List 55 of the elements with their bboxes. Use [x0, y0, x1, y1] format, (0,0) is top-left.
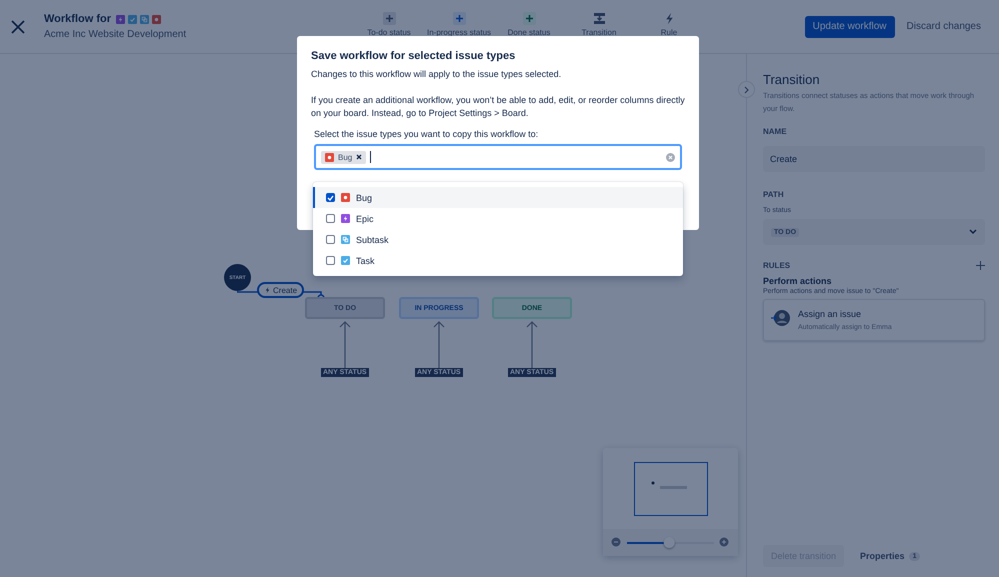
rules-label: RULES — [763, 261, 790, 270]
name-field[interactable]: Create — [763, 146, 985, 172]
issue-type-option[interactable]: Task — [313, 250, 683, 271]
plus-icon — [382, 12, 396, 25]
issue-type-option[interactable]: Subtask — [313, 229, 683, 250]
task-type-icon — [341, 256, 350, 265]
lightning-icon — [264, 286, 271, 294]
checkbox[interactable] — [326, 214, 335, 223]
discard-changes-button[interactable]: Discard changes — [898, 16, 989, 38]
issue-type-select[interactable]: Bug — [314, 144, 682, 170]
toolbar-button[interactable]: Rule — [639, 12, 699, 37]
bug-type-icon — [152, 14, 162, 24]
workflow-title: Workflow for — [44, 13, 112, 25]
subtask-type-icon — [140, 14, 150, 24]
select-label: Select the issue types you want to copy this workflow to: — [314, 129, 540, 139]
transition-icon — [592, 12, 606, 25]
zoom-out-icon[interactable] — [611, 537, 622, 548]
update-workflow-button[interactable]: Update workflow — [804, 16, 895, 38]
project-name: Acme Inc Website Development — [44, 29, 188, 40]
checkbox[interactable] — [326, 235, 335, 244]
rule-title: Assign an issue — [798, 309, 862, 319]
slider-thumb[interactable] — [663, 537, 674, 548]
collapse-button[interactable] — [738, 81, 755, 98]
panel-title: Transition — [763, 72, 821, 87]
toolbar-button[interactable]: Transition — [569, 12, 629, 37]
checkbox[interactable] — [326, 256, 335, 265]
add-icon[interactable] — [976, 261, 985, 270]
chevron-down-icon — [969, 229, 977, 235]
arrow-line — [526, 321, 538, 368]
selected-tag[interactable]: Bug — [321, 150, 366, 164]
bug-type-icon — [325, 152, 334, 162]
arrow-line — [339, 321, 351, 368]
task-type-icon — [128, 14, 138, 24]
dialog-title: Save workflow for selected issue types — [311, 50, 516, 62]
dialog-text: Changes to this workflow will apply to the issue types selected. — [311, 68, 562, 81]
arrow-line — [433, 321, 445, 368]
zoom-in-icon[interactable] — [719, 537, 730, 548]
transition-node[interactable]: Create — [257, 282, 304, 298]
issue-type-option[interactable]: Epic — [313, 208, 683, 229]
issue-type-option[interactable]: Bug — [313, 187, 683, 208]
plus-icon — [522, 12, 536, 25]
subtask-type-icon — [341, 235, 350, 244]
bug-type-icon — [341, 193, 350, 202]
clear-icon[interactable] — [666, 152, 675, 162]
assign-user-icon — [770, 309, 790, 327]
plus-icon — [452, 12, 466, 25]
remove-icon[interactable] — [356, 154, 362, 160]
path-label: PATH — [763, 190, 785, 199]
epic-type-icon — [116, 14, 126, 24]
dialog-text: If you create an additional workflow, you won’t be able to add, edit, or reorder columns directly on your board. Instead, go to Project Settings > Board. — [311, 94, 685, 120]
name-label: NAME — [763, 127, 788, 136]
checkbox[interactable] — [326, 193, 335, 202]
chevron-right-icon — [744, 86, 750, 94]
epic-type-icon — [341, 214, 350, 223]
rules-title: Perform actions — [763, 276, 833, 286]
